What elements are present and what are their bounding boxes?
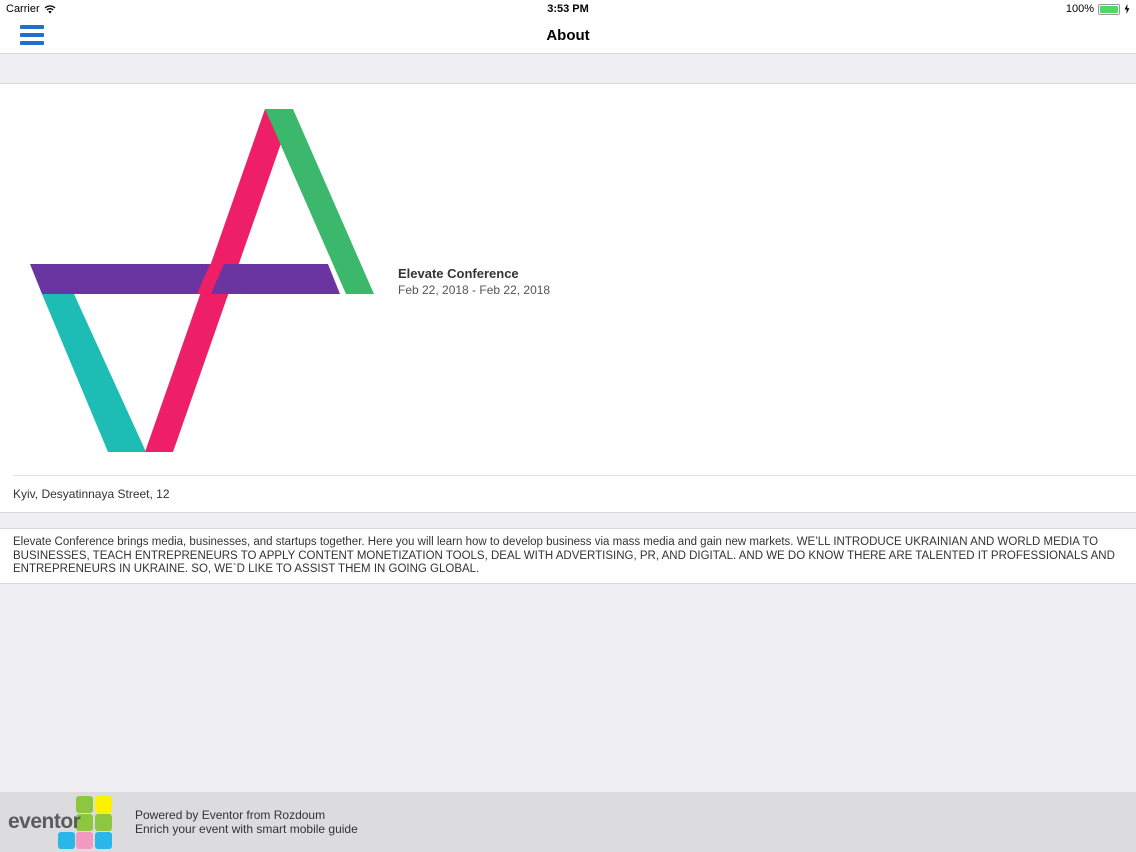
event-address[interactable]: Kyiv, Desyatinnaya Street, 12 bbox=[13, 487, 170, 501]
event-info: Elevate Conference Feb 22, 2018 - Feb 22… bbox=[398, 266, 550, 297]
eventor-brand: eventor bbox=[8, 810, 81, 833]
footer-line-1: Powered by Eventor from Rozdoum bbox=[135, 808, 326, 822]
event-name: Elevate Conference bbox=[398, 266, 519, 281]
eventor-logo: eventor bbox=[8, 796, 132, 850]
footer-text: Powered by Eventor from Rozdoum Enrich y… bbox=[135, 808, 358, 836]
status-time: 3:53 PM bbox=[547, 3, 589, 15]
footer-line-2: Enrich your event with smart mobile guid… bbox=[135, 822, 358, 836]
divider bbox=[13, 475, 1136, 476]
page-title: About bbox=[546, 27, 590, 44]
status-bar: Carrier 3:53 PM 100% bbox=[0, 0, 1136, 18]
battery-icon bbox=[1098, 3, 1120, 15]
status-right: 100% bbox=[1066, 3, 1130, 15]
event-card: Elevate Conference Feb 22, 2018 - Feb 22… bbox=[0, 83, 1136, 513]
battery-percent: 100% bbox=[1065, 3, 1094, 15]
navigation-bar: About bbox=[0, 18, 1136, 54]
event-description: Elevate Conference brings media, busines… bbox=[13, 536, 1115, 575]
footer-banner[interactable]: eventor Powered by Eventor from Rozdoum … bbox=[0, 792, 1136, 852]
description-card: Elevate Conference brings media, busines… bbox=[0, 528, 1136, 584]
conference-logo bbox=[30, 109, 374, 452]
event-dates: Feb 22, 2018 - Feb 22, 2018 bbox=[398, 283, 551, 297]
charging-icon bbox=[1124, 4, 1130, 14]
